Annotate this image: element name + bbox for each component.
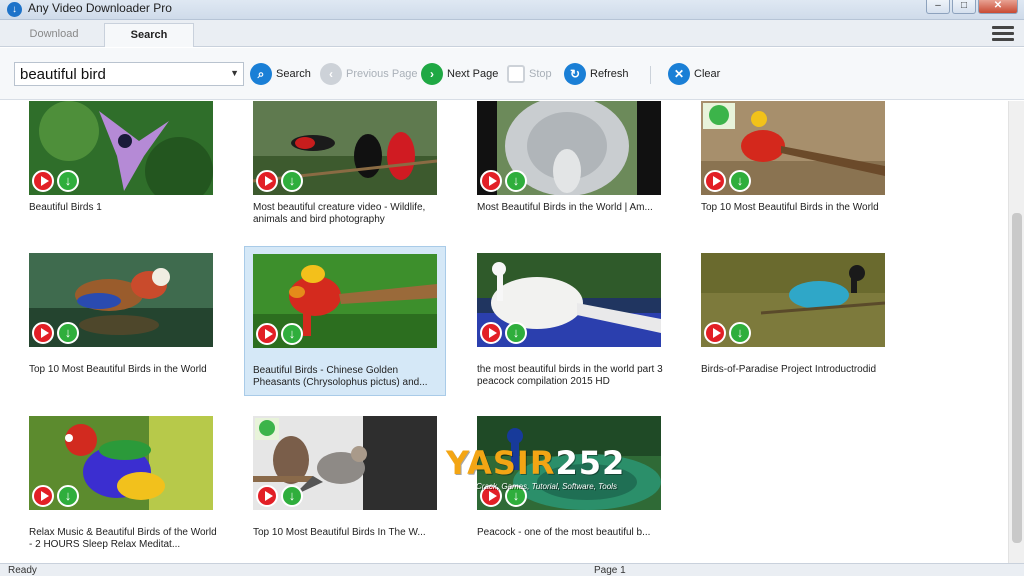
download-icon[interactable]: ↓ (505, 170, 527, 192)
tab-download[interactable]: Download (8, 23, 100, 47)
play-icon[interactable] (32, 485, 54, 507)
result-card[interactable]: ↓ Peacock - one of the most beautiful b.… (469, 410, 669, 560)
video-thumbnail[interactable]: ↓ (477, 416, 661, 510)
previous-page-button[interactable]: ‹ Previous Page (320, 62, 418, 86)
close-button[interactable]: ✕ (978, 0, 1018, 14)
play-icon[interactable] (256, 485, 278, 507)
video-title: Top 10 Most Beautiful Birds in the World (701, 202, 879, 213)
video-thumbnail[interactable]: ↓ (253, 101, 437, 195)
video-thumbnail[interactable]: ↓ (477, 253, 661, 347)
result-card[interactable]: ↓ Top 10 Most Beautiful Birds in the Wor… (21, 247, 221, 397)
download-icon[interactable]: ↓ (281, 170, 303, 192)
result-card[interactable]: ↓ Birds-of-Paradise Project Introductrod… (693, 247, 893, 397)
video-title: Top 10 Most Beautiful Birds in the World (29, 364, 207, 375)
minimize-button[interactable]: – (926, 0, 950, 14)
download-icon[interactable]: ↓ (281, 485, 303, 507)
video-thumbnail[interactable]: ↓ (253, 254, 437, 348)
play-icon[interactable] (480, 170, 502, 192)
result-card[interactable]: ↓ Relax Music & Beautiful Birds of the W… (21, 410, 221, 560)
magnifier-icon: ⌕ (250, 63, 272, 85)
video-title: Beautiful Birds - Chinese Golden Pheasan… (253, 365, 428, 388)
result-card[interactable]: ↓ Most beautiful creature video - Wildli… (245, 101, 445, 251)
clear-button[interactable]: ✕ Clear (668, 62, 720, 86)
play-icon[interactable] (32, 170, 54, 192)
video-title: Birds-of-Paradise Project Introductrodid (701, 364, 877, 375)
video-thumbnail[interactable]: ↓ (701, 101, 885, 195)
result-card[interactable]: ↓ Top 10 Most Beautiful Birds In The W..… (245, 410, 445, 560)
play-icon[interactable] (704, 322, 726, 344)
play-icon[interactable] (480, 485, 502, 507)
download-icon[interactable]: ↓ (281, 323, 303, 345)
download-icon[interactable]: ↓ (57, 170, 79, 192)
video-title: the most beautiful birds in the world pa… (477, 364, 663, 387)
stop-label: Stop (529, 68, 552, 80)
maximize-button[interactable]: □ (952, 0, 976, 14)
chevron-left-icon: ‹ (320, 63, 342, 85)
video-thumbnail[interactable]: ↓ (29, 416, 213, 510)
page-indicator: Page 1 (594, 565, 626, 576)
search-input[interactable]: beautiful bird ▼ (14, 62, 244, 86)
video-thumbnail[interactable]: ↓ (701, 253, 885, 347)
stop-button[interactable]: Stop (507, 62, 552, 86)
download-icon[interactable]: ↓ (729, 170, 751, 192)
result-card[interactable]: ↓ Beautiful Birds 1 (21, 101, 221, 251)
refresh-button[interactable]: ↻ Refresh (564, 62, 629, 86)
video-title: Most beautiful creature video - Wildlife… (253, 202, 426, 225)
app-download-icon: ↓ (7, 2, 22, 17)
download-icon[interactable]: ↓ (729, 322, 751, 344)
status-text: Ready (8, 565, 37, 576)
refresh-icon: ↻ (564, 63, 586, 85)
hamburger-menu-icon[interactable] (992, 26, 1014, 42)
chevron-right-icon: › (421, 63, 443, 85)
clear-label: Clear (694, 68, 721, 80)
result-card[interactable]: ↓ Most Beautiful Birds in the World | Am… (469, 101, 669, 251)
status-bar: Ready Page 1 (0, 563, 1024, 576)
play-icon[interactable] (32, 322, 54, 344)
download-icon[interactable]: ↓ (57, 485, 79, 507)
video-title: Relax Music & Beautiful Birds of the Wor… (29, 527, 217, 550)
play-icon[interactable] (704, 170, 726, 192)
video-title: Top 10 Most Beautiful Birds In The W... (253, 527, 426, 538)
search-button-label: Search (276, 68, 311, 80)
toolbar: beautiful bird ▼ ⌕ Search ‹ Previous Pag… (0, 48, 1024, 100)
result-card[interactable]: ↓ Top 10 Most Beautiful Birds in the Wor… (693, 101, 893, 251)
video-thumbnail[interactable]: ↓ (29, 253, 213, 347)
video-thumbnail[interactable]: ↓ (29, 101, 213, 195)
play-icon[interactable] (256, 323, 278, 345)
video-title: Beautiful Birds 1 (29, 202, 102, 213)
video-title: Most Beautiful Birds in the World | Am..… (477, 202, 653, 213)
video-thumbnail[interactable]: ↓ (253, 416, 437, 510)
scrollbar-thumb[interactable] (1012, 213, 1022, 543)
video-thumbnail[interactable]: ↓ (477, 101, 661, 195)
stop-icon (507, 65, 525, 83)
result-card-selected[interactable]: ↓ Beautiful Birds - Chinese Golden Pheas… (244, 246, 446, 396)
refresh-label: Refresh (590, 68, 629, 80)
download-icon[interactable]: ↓ (505, 485, 527, 507)
play-icon[interactable] (256, 170, 278, 192)
title-bar: ↓ Any Video Downloader Pro – □ ✕ (0, 0, 1024, 20)
window-title: Any Video Downloader Pro (28, 1, 172, 15)
next-page-label: Next Page (447, 68, 499, 80)
tab-strip: Download Search (0, 20, 1024, 47)
next-page-button[interactable]: › Next Page (421, 62, 498, 86)
download-icon[interactable]: ↓ (57, 322, 79, 344)
previous-page-label: Previous Page (346, 68, 418, 80)
search-button[interactable]: ⌕ Search (250, 62, 311, 86)
window-controls: – □ ✕ (926, 0, 1018, 14)
results-grid: ↓ Beautiful Birds 1 ↓ Most beautiful cre… (0, 101, 1008, 563)
video-title: Peacock - one of the most beautiful b... (477, 527, 651, 538)
tab-search[interactable]: Search (104, 23, 194, 47)
toolbar-separator (650, 66, 651, 84)
dropdown-arrow-icon[interactable]: ▼ (230, 68, 239, 78)
result-card[interactable]: ↓ the most beautiful birds in the world … (469, 247, 669, 397)
vertical-scrollbar[interactable] (1008, 101, 1024, 563)
download-icon[interactable]: ↓ (505, 322, 527, 344)
clear-x-icon: ✕ (668, 63, 690, 85)
play-icon[interactable] (480, 322, 502, 344)
search-input-value: beautiful bird (20, 66, 106, 83)
